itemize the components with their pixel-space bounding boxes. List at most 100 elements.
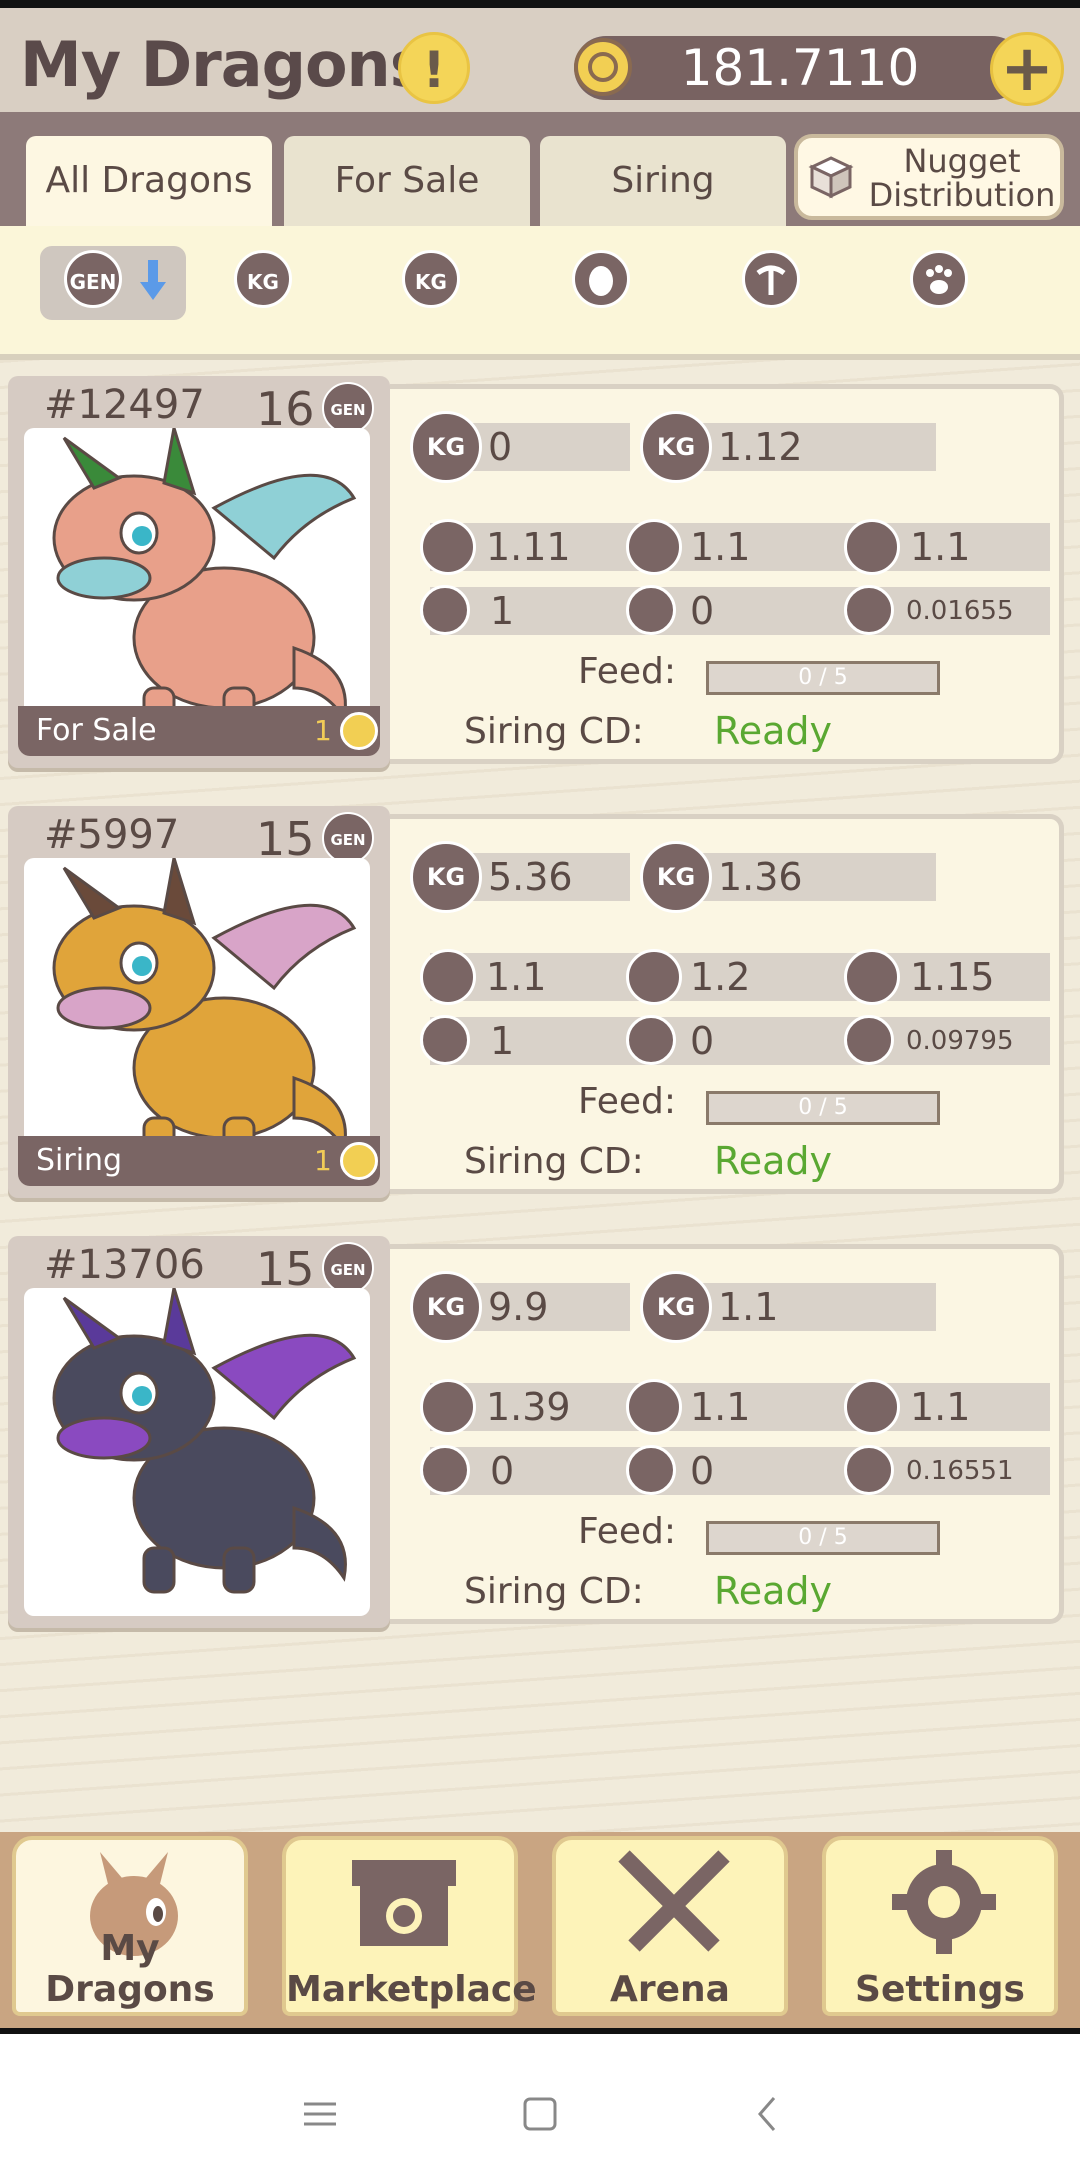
tab-all-dragons[interactable]: All Dragons: [26, 136, 272, 226]
egg-value: 1.11: [486, 525, 571, 569]
dragon-status-bar: For Sale 1: [18, 706, 380, 756]
egg-icon[interactable]: [572, 250, 630, 308]
app-header: My Dragons ! 181.7110 +: [0, 8, 1080, 112]
status-bar: [0, 0, 1080, 8]
kg-icon: KG: [410, 1271, 482, 1343]
tab-nugget-distribution[interactable]: Nugget Distribution: [794, 134, 1064, 220]
weight-value: 0: [488, 425, 513, 469]
mine-value: 1.1: [690, 1385, 751, 1429]
hatch-value: 1: [490, 1019, 515, 1063]
pickaxe-icon[interactable]: [742, 250, 800, 308]
add-funds-button[interactable]: +: [990, 32, 1064, 106]
gold-icon: [626, 1015, 676, 1065]
nav-arena-label: Arena: [610, 1969, 730, 2010]
trophy-value: 0.16551: [906, 1456, 1014, 1486]
nav-marketplace-label: Marketplace: [286, 1969, 537, 2010]
dragon-illustration: [52, 1288, 357, 1594]
dragon-status-label: Siring: [36, 1143, 123, 1178]
siring-cd-label: Siring CD:: [464, 1571, 644, 1612]
dragon-portrait-panel: #13706 15 GEN: [8, 1236, 390, 1628]
egg-icon: [420, 519, 476, 575]
weight-gain-bar: [674, 1283, 936, 1331]
dragon-image[interactable]: [24, 1288, 370, 1616]
paw-icon: [844, 949, 900, 1005]
mine-value: 1.1: [690, 525, 751, 569]
nav-marketplace[interactable]: Marketplace: [282, 1836, 537, 2016]
tab-for-sale[interactable]: For Sale: [284, 136, 530, 226]
nav-arena[interactable]: Arena: [552, 1836, 788, 2016]
dragon-portrait-panel: #12497 16 GEN For Sale 1: [8, 376, 390, 768]
siring-cd-value: Ready: [714, 1139, 832, 1183]
paw-icon: [844, 1379, 900, 1435]
weight-value: 9.9: [488, 1285, 549, 1329]
bottom-navigation: My Dragons Marketplace Arena Settings: [0, 1832, 1080, 2028]
hatch-value: 0: [490, 1449, 515, 1493]
menu-icon[interactable]: [300, 2094, 340, 2134]
kg-up-icon: KG: [640, 841, 712, 913]
siring-cd-label: Siring CD:: [464, 711, 644, 752]
feed-label: Feed:: [578, 1081, 677, 1122]
balance-value: 181.7110: [680, 39, 920, 97]
trophy-icon: [844, 585, 894, 635]
egg-value: 1.39: [486, 1385, 571, 1429]
dragon-stats-panel: KG 0 KG 1.12 1.11 1.1 1.1 1 0 0.01655 Fe…: [390, 384, 1064, 764]
hatch-icon: [420, 585, 470, 635]
dragon-portrait-panel: #5997 15 GEN Siring 1: [8, 806, 390, 1198]
tab-siring[interactable]: Siring: [540, 136, 786, 226]
kg-up-icon: KG: [640, 1271, 712, 1343]
nav-my-dragons[interactable]: My Dragons: [12, 1836, 248, 2016]
pickaxe-icon: [626, 949, 682, 1005]
nav-my-dragons-label: My Dragons: [45, 1928, 215, 2010]
gen-icon: GEN: [322, 382, 374, 434]
nav-settings[interactable]: Settings: [822, 1836, 1058, 2016]
egg-icon: [420, 1379, 476, 1435]
swords-icon: [618, 1850, 730, 1952]
gold-icon: [626, 1445, 676, 1495]
egg-icon: [420, 949, 476, 1005]
weight-gain-value: 1.12: [718, 425, 803, 469]
paw-value: 1.15: [910, 955, 995, 999]
feed-progress-bar: 0 / 5: [706, 1521, 940, 1555]
tab-nugget-label: Nugget Distribution: [868, 142, 1056, 214]
hatch-icon: [420, 1445, 470, 1495]
alert-button[interactable]: !: [398, 32, 470, 104]
gear-icon: [892, 1850, 996, 1954]
dragon-id: #13706: [44, 1242, 205, 1288]
coin-icon: [340, 712, 378, 750]
feed-progress-bar: 0 / 5: [706, 661, 940, 695]
gen-icon[interactable]: GEN: [64, 250, 122, 308]
hatch-value: 1: [490, 589, 515, 633]
dragon-status-count: 1: [314, 1144, 332, 1177]
siring-cd-label: Siring CD:: [464, 1141, 644, 1182]
pickaxe-icon: [626, 1379, 682, 1435]
kg-icon[interactable]: KG: [234, 250, 292, 308]
hatch-icon: [420, 1015, 470, 1065]
dragon-stats-panel: KG 5.36 KG 1.36 1.1 1.2 1.15 1 0 0.09795…: [390, 814, 1064, 1194]
dragon-card[interactable]: #12497 16 GEN For Sale 1 KG 0 KG 1.12 1.…: [8, 376, 1064, 768]
dragon-id: #12497: [44, 382, 205, 428]
siring-cd-value: Ready: [714, 709, 832, 753]
paw-value: 1.1: [910, 525, 971, 569]
dragon-card[interactable]: #5997 15 GEN Siring 1 KG 5.36 KG 1.36 1.…: [8, 806, 1064, 1198]
kg-up-icon[interactable]: KG: [402, 250, 460, 308]
coin-icon: [574, 38, 632, 96]
dragon-card[interactable]: #13706 15 GEN KG 9.9 KG 1.1 1.39 1.1 1.1…: [8, 1236, 1064, 1628]
trophy-value: 0.09795: [906, 1026, 1014, 1056]
kg-icon: KG: [410, 841, 482, 913]
feed-label: Feed:: [578, 1511, 677, 1552]
siring-cd-value: Ready: [714, 1569, 832, 1613]
gold-value: 0: [690, 589, 715, 633]
dragon-id: #5997: [44, 812, 180, 858]
trophy-icon: [844, 1445, 894, 1495]
box-icon: [808, 156, 854, 199]
home-icon[interactable]: [520, 2094, 560, 2134]
gen-icon: GEN: [322, 1242, 374, 1294]
weight-gain-value: 1.1: [718, 1285, 779, 1329]
paw-icon[interactable]: [910, 250, 968, 308]
weight-gain-bar: [674, 853, 936, 901]
feed-label: Feed:: [578, 651, 677, 692]
trophy-icon: [844, 1015, 894, 1065]
kg-up-icon: KG: [640, 411, 712, 483]
paw-value: 1.1: [910, 1385, 971, 1429]
back-icon[interactable]: [748, 2094, 788, 2134]
